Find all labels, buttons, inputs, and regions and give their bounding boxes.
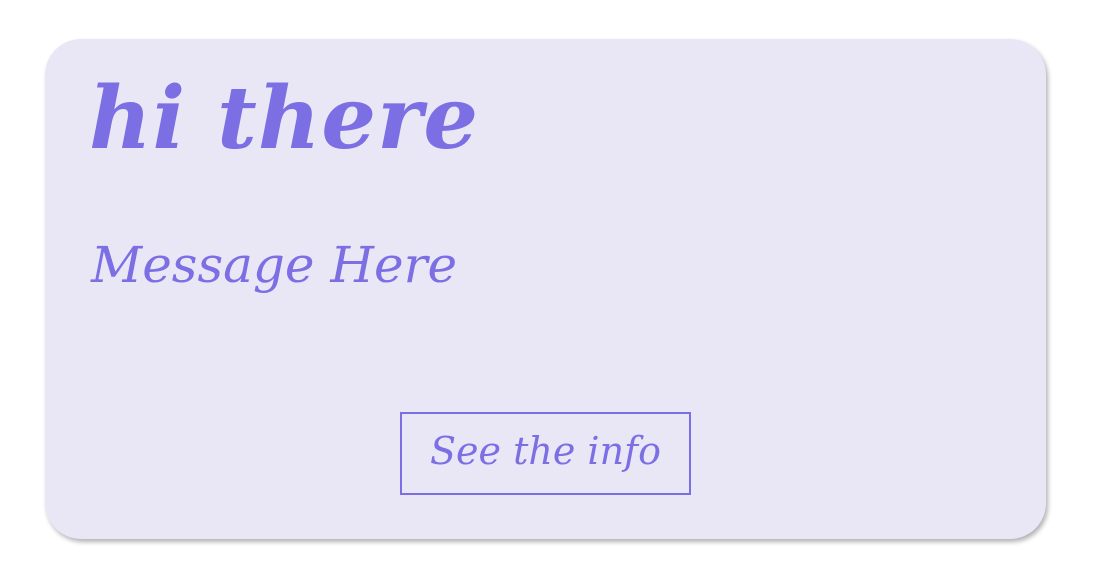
card-title: hi there (89, 68, 480, 169)
see-info-button[interactable]: See the info (400, 412, 691, 495)
message-card: hi there Message Here See the info (45, 39, 1046, 539)
card-message: Message Here (91, 236, 458, 294)
